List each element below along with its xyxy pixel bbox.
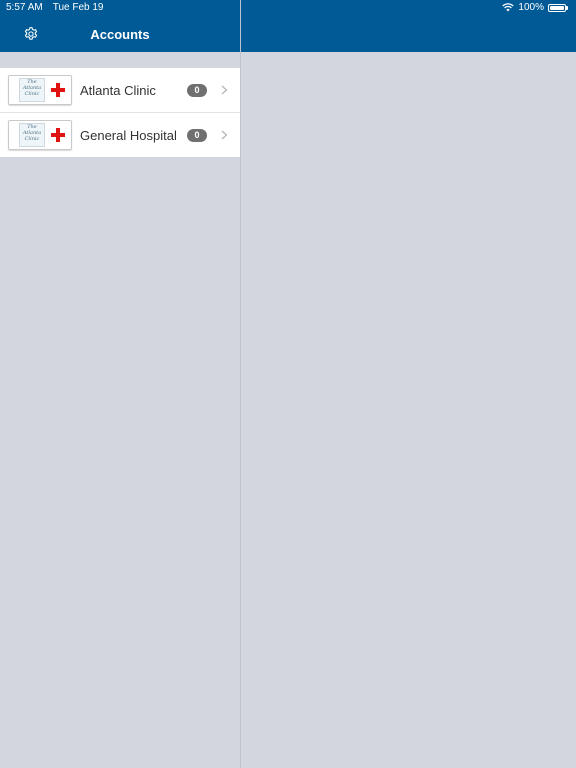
accounts-list: The Atlanta Clinic Atlanta Clinic 0 The … xyxy=(0,68,240,157)
battery-percent: 100% xyxy=(518,2,544,13)
account-row-atlanta-clinic[interactable]: The Atlanta Clinic Atlanta Clinic 0 xyxy=(0,68,240,113)
account-name: General Hospital xyxy=(80,127,177,143)
detail-panel xyxy=(241,52,576,768)
accounts-sidebar: The Atlanta Clinic Atlanta Clinic 0 The … xyxy=(0,52,240,768)
clinic-logo: The Atlanta Clinic xyxy=(8,75,72,105)
account-name: Atlanta Clinic xyxy=(80,82,156,98)
wifi-icon xyxy=(502,3,515,12)
status-bar-right: 100% xyxy=(502,2,568,13)
chevron-right-icon xyxy=(221,85,228,95)
top-bar: 5:57 AM Tue Feb 19 100% Accounts xyxy=(0,0,576,52)
status-date: Tue Feb 19 xyxy=(52,2,104,13)
battery-icon xyxy=(548,3,566,12)
clinic-logo-text: The Atlanta Clinic xyxy=(19,78,45,102)
count-badge: 0 xyxy=(187,128,207,142)
hospital-logo-text: The Atlanta Clinic xyxy=(19,123,45,147)
hospital-logo: The Atlanta Clinic xyxy=(8,120,72,150)
page-title: Accounts xyxy=(90,27,150,42)
status-time: 5:57 AM xyxy=(6,2,43,13)
account-row-general-hospital[interactable]: The Atlanta Clinic General Hospital 0 xyxy=(0,113,240,157)
red-cross-icon xyxy=(51,83,65,97)
count-badge: 0 xyxy=(187,83,207,97)
red-cross-icon xyxy=(51,128,65,142)
chevron-right-icon xyxy=(221,130,228,140)
status-bar-left: 5:57 AM Tue Feb 19 xyxy=(6,2,103,13)
